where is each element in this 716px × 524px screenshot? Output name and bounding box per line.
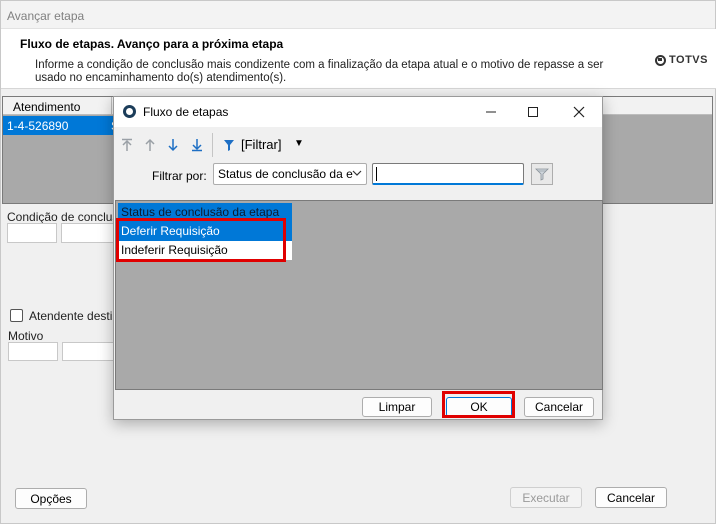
app-icon — [123, 105, 136, 118]
highlight-box-ok — [442, 391, 515, 418]
opcoes-button[interactable]: Opções — [15, 488, 87, 509]
header-title: Fluxo de etapas. Avanço para a próxima e… — [20, 37, 284, 51]
motivo-label: Motivo — [8, 329, 44, 343]
filter-field-value: Status de conclusão da e — [218, 167, 353, 181]
funnel-icon — [535, 168, 549, 181]
row-atendimento-id: 1-4-526890 — [7, 119, 69, 133]
column-header-atendimento[interactable]: Atendimento — [13, 100, 80, 114]
chevron-down-icon[interactable]: ▼ — [294, 138, 304, 149]
cancelar-dialog-button[interactable]: Cancelar — [524, 397, 594, 417]
atendente-destino-checkbox[interactable] — [10, 309, 23, 322]
highlight-box-list — [116, 218, 286, 262]
header-band: Fluxo de etapas. Avanço para a próxima e… — [1, 29, 716, 89]
window-title: Avançar etapa — [7, 9, 85, 23]
minimize-icon[interactable] — [482, 103, 500, 121]
filter-field-select[interactable]: Status de conclusão da e — [213, 163, 367, 185]
dialog-grid-area[interactable]: Status de conclusão da etapa Deferir Req… — [115, 200, 603, 390]
window-titlebar: Avançar etapa — [1, 1, 715, 29]
totvs-logo-icon — [655, 54, 666, 66]
dialog-title: Fluxo de etapas — [143, 105, 229, 119]
condicao-field-1[interactable] — [7, 223, 57, 243]
table-row[interactable]: 1-4-526890 S — [3, 116, 127, 135]
filter-by-label: Filtrar por: — [152, 169, 207, 183]
filter-text-input[interactable] — [372, 163, 524, 185]
text-caret — [376, 167, 377, 181]
move-up-icon[interactable] — [143, 137, 157, 153]
cancelar-button[interactable]: Cancelar — [595, 487, 667, 508]
totvs-logo: TOTVS — [655, 54, 708, 66]
apply-filter-button[interactable] — [531, 163, 553, 185]
motivo-field-1[interactable] — [8, 342, 58, 361]
move-to-bottom-icon[interactable] — [190, 137, 204, 153]
filter-dropdown-label[interactable]: [Filtrar] — [241, 137, 281, 152]
dialog-titlebar: Fluxo de etapas — [114, 97, 602, 127]
filter-icon[interactable] — [222, 137, 236, 153]
close-icon[interactable] — [570, 103, 588, 121]
condicao-field-2[interactable] — [61, 223, 115, 243]
motivo-field-2[interactable] — [62, 342, 116, 361]
atendente-destino-label: Atendente destino — [29, 309, 126, 323]
logo-text: TOTVS — [669, 54, 708, 66]
maximize-icon[interactable] — [524, 103, 542, 121]
condicao-label: Condição de conclusã — [7, 210, 126, 224]
toolbar-separator — [212, 133, 213, 157]
limpar-button[interactable]: Limpar — [362, 397, 432, 417]
header-description: Informe a condição de conclusão mais con… — [35, 59, 604, 84]
move-down-icon[interactable] — [166, 137, 180, 153]
executar-button[interactable]: Executar — [510, 487, 582, 508]
fluxo-de-etapas-dialog: Fluxo de etapas [Filtrar] ▼ Filtrar por:… — [113, 96, 603, 420]
move-to-top-icon[interactable] — [120, 137, 134, 153]
select-chevron-icon — [352, 168, 362, 181]
